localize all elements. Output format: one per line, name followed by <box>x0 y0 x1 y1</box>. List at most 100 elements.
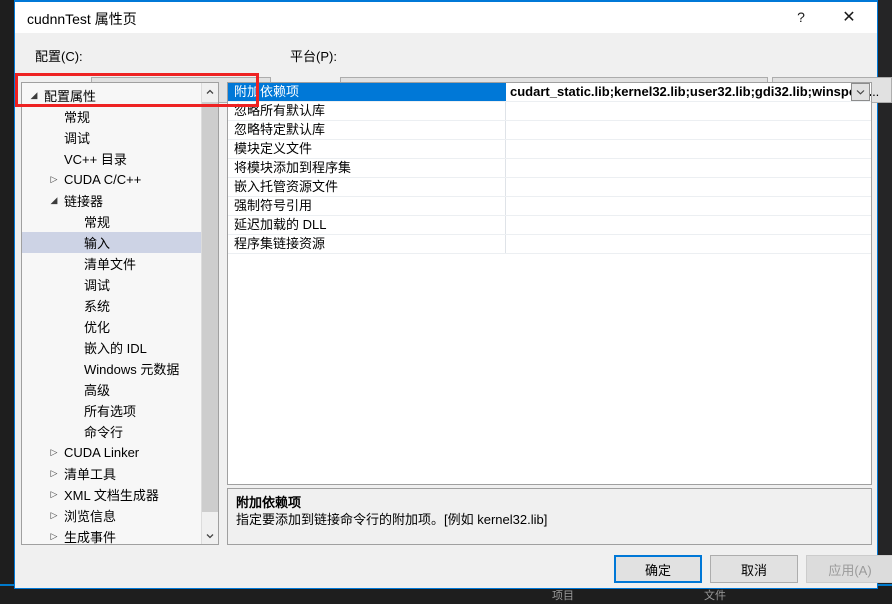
tree-item-7[interactable]: 输入 <box>22 232 201 253</box>
property-name: 程序集链接资源 <box>228 235 506 253</box>
tree-item-1[interactable]: 常规 <box>22 106 201 127</box>
platform-label: 平台(P): <box>290 46 337 65</box>
backdrop-left-edge <box>0 0 14 600</box>
tree-item-2[interactable]: 调试 <box>22 127 201 148</box>
expand-arrow-icon[interactable]: ◢ <box>26 91 42 100</box>
tree-item-label: VC++ 目录 <box>62 149 127 168</box>
tree-item-label: 生成事件 <box>62 527 116 545</box>
cancel-button[interactable]: 取消 <box>710 555 798 583</box>
description-title: 附加依赖项 <box>236 494 863 511</box>
property-row[interactable]: 嵌入托管资源文件 <box>228 178 871 197</box>
tree-item-label: 输入 <box>82 233 110 252</box>
property-value[interactable] <box>506 102 871 120</box>
property-name: 嵌入托管资源文件 <box>228 178 506 196</box>
property-value[interactable] <box>506 159 871 177</box>
expand-arrow-icon[interactable]: ◢ <box>46 196 62 205</box>
tree-item-6[interactable]: 常规 <box>22 211 201 232</box>
description-text: 指定要添加到链接命令行的附加项。[例如 kernel32.lib] <box>236 511 863 529</box>
property-name: 强制符号引用 <box>228 197 506 215</box>
tree-item-16[interactable]: 命令行 <box>22 421 201 442</box>
tree-item-label: 常规 <box>62 107 90 126</box>
tree-item-11[interactable]: 优化 <box>22 316 201 337</box>
property-tree-panel: ◢配置属性常规调试VC++ 目录▷CUDA C/C++◢链接器常规输入清单文件调… <box>21 82 219 545</box>
property-value[interactable] <box>506 197 871 215</box>
scrollbar-thumb[interactable] <box>202 102 218 512</box>
tree-item-label: 命令行 <box>82 422 123 441</box>
tree-item-label: 优化 <box>82 317 110 336</box>
property-value[interactable]: cudart_static.lib;kernel32.lib;user32.li… <box>506 83 871 101</box>
tree-item-label: CUDA Linker <box>62 445 139 460</box>
tree-item-17[interactable]: ▷CUDA Linker <box>22 442 201 463</box>
help-icon[interactable]: ? <box>779 2 823 32</box>
tree-item-label: CUDA C/C++ <box>62 172 141 187</box>
tree-item-19[interactable]: ▷XML 文档生成器 <box>22 484 201 505</box>
dialog-title: cudnnTest 属性页 <box>27 9 137 29</box>
property-row[interactable]: 忽略所有默认库 <box>228 102 871 121</box>
apply-button: 应用(A) <box>806 555 892 583</box>
backdrop-label-file: 文件 <box>704 588 726 604</box>
property-tree[interactable]: ◢配置属性常规调试VC++ 目录▷CUDA C/C++◢链接器常规输入清单文件调… <box>22 85 201 544</box>
description-pane: 附加依赖项 指定要添加到链接命令行的附加项。[例如 kernel32.lib] <box>227 488 872 545</box>
property-name: 忽略特定默认库 <box>228 121 506 139</box>
tree-item-label: 配置属性 <box>42 86 96 105</box>
property-value[interactable] <box>506 140 871 158</box>
collapse-arrow-icon[interactable]: ▷ <box>46 511 62 520</box>
tree-item-10[interactable]: 系统 <box>22 295 201 316</box>
property-row[interactable]: 延迟加载的 DLL <box>228 216 871 235</box>
property-row[interactable]: 附加依赖项cudart_static.lib;kernel32.lib;user… <box>228 83 871 102</box>
property-name: 延迟加载的 DLL <box>228 216 506 234</box>
value-dropdown-icon[interactable] <box>851 83 870 101</box>
collapse-arrow-icon[interactable]: ▷ <box>46 175 62 184</box>
property-name: 将模块添加到程序集 <box>228 159 506 177</box>
property-pages-dialog: cudnnTest 属性页 ? ✕ 配置(C): Release 平台(P): … <box>14 0 878 589</box>
tree-item-4[interactable]: ▷CUDA C/C++ <box>22 169 201 190</box>
ok-button[interactable]: 确定 <box>614 555 702 583</box>
tree-item-20[interactable]: ▷浏览信息 <box>22 505 201 526</box>
backdrop-label-project: 项目 <box>552 588 574 604</box>
tree-item-0[interactable]: ◢配置属性 <box>22 85 201 106</box>
collapse-arrow-icon[interactable]: ▷ <box>46 448 62 457</box>
property-row[interactable]: 忽略特定默认库 <box>228 121 871 140</box>
property-row[interactable]: 程序集链接资源 <box>228 235 871 254</box>
tree-item-13[interactable]: Windows 元数据 <box>22 358 201 379</box>
property-name: 忽略所有默认库 <box>228 102 506 120</box>
tree-scrollbar[interactable] <box>201 83 218 544</box>
collapse-arrow-icon[interactable]: ▷ <box>46 469 62 478</box>
property-value[interactable] <box>506 121 871 139</box>
tree-item-8[interactable]: 清单文件 <box>22 253 201 274</box>
tree-item-label: 常规 <box>82 212 110 231</box>
property-name: 附加依赖项 <box>228 83 506 101</box>
configuration-label: 配置(C): <box>35 46 83 65</box>
tree-item-label: XML 文档生成器 <box>62 485 159 504</box>
scrollbar-up-icon[interactable] <box>202 83 218 100</box>
tree-item-12[interactable]: 嵌入的 IDL <box>22 337 201 358</box>
tree-item-label: 高级 <box>82 380 110 399</box>
collapse-arrow-icon[interactable]: ▷ <box>46 490 62 499</box>
property-value[interactable] <box>506 178 871 196</box>
property-value[interactable] <box>506 216 871 234</box>
tree-item-3[interactable]: VC++ 目录 <box>22 148 201 169</box>
tree-item-label: 嵌入的 IDL <box>82 338 147 357</box>
tree-item-5[interactable]: ◢链接器 <box>22 190 201 211</box>
tree-item-label: 调试 <box>82 275 110 294</box>
dialog-titlebar: cudnnTest 属性页 ? ✕ <box>15 2 877 33</box>
property-row[interactable]: 强制符号引用 <box>228 197 871 216</box>
tree-item-label: 浏览信息 <box>62 506 116 525</box>
collapse-arrow-icon[interactable]: ▷ <box>46 532 62 541</box>
tree-item-label: Windows 元数据 <box>82 359 179 378</box>
tree-item-label: 清单文件 <box>82 254 136 273</box>
tree-item-18[interactable]: ▷清单工具 <box>22 463 201 484</box>
tree-item-label: 所有选项 <box>82 401 136 420</box>
tree-item-label: 系统 <box>82 296 110 315</box>
property-grid[interactable]: 附加依赖项cudart_static.lib;kernel32.lib;user… <box>227 82 872 485</box>
close-icon[interactable]: ✕ <box>827 2 871 32</box>
property-row[interactable]: 将模块添加到程序集 <box>228 159 871 178</box>
tree-item-21[interactable]: ▷生成事件 <box>22 526 201 545</box>
scrollbar-down-icon[interactable] <box>202 527 218 544</box>
property-row[interactable]: 模块定义文件 <box>228 140 871 159</box>
tree-item-14[interactable]: 高级 <box>22 379 201 400</box>
property-value[interactable] <box>506 235 871 253</box>
property-name: 模块定义文件 <box>228 140 506 158</box>
tree-item-9[interactable]: 调试 <box>22 274 201 295</box>
tree-item-15[interactable]: 所有选项 <box>22 400 201 421</box>
